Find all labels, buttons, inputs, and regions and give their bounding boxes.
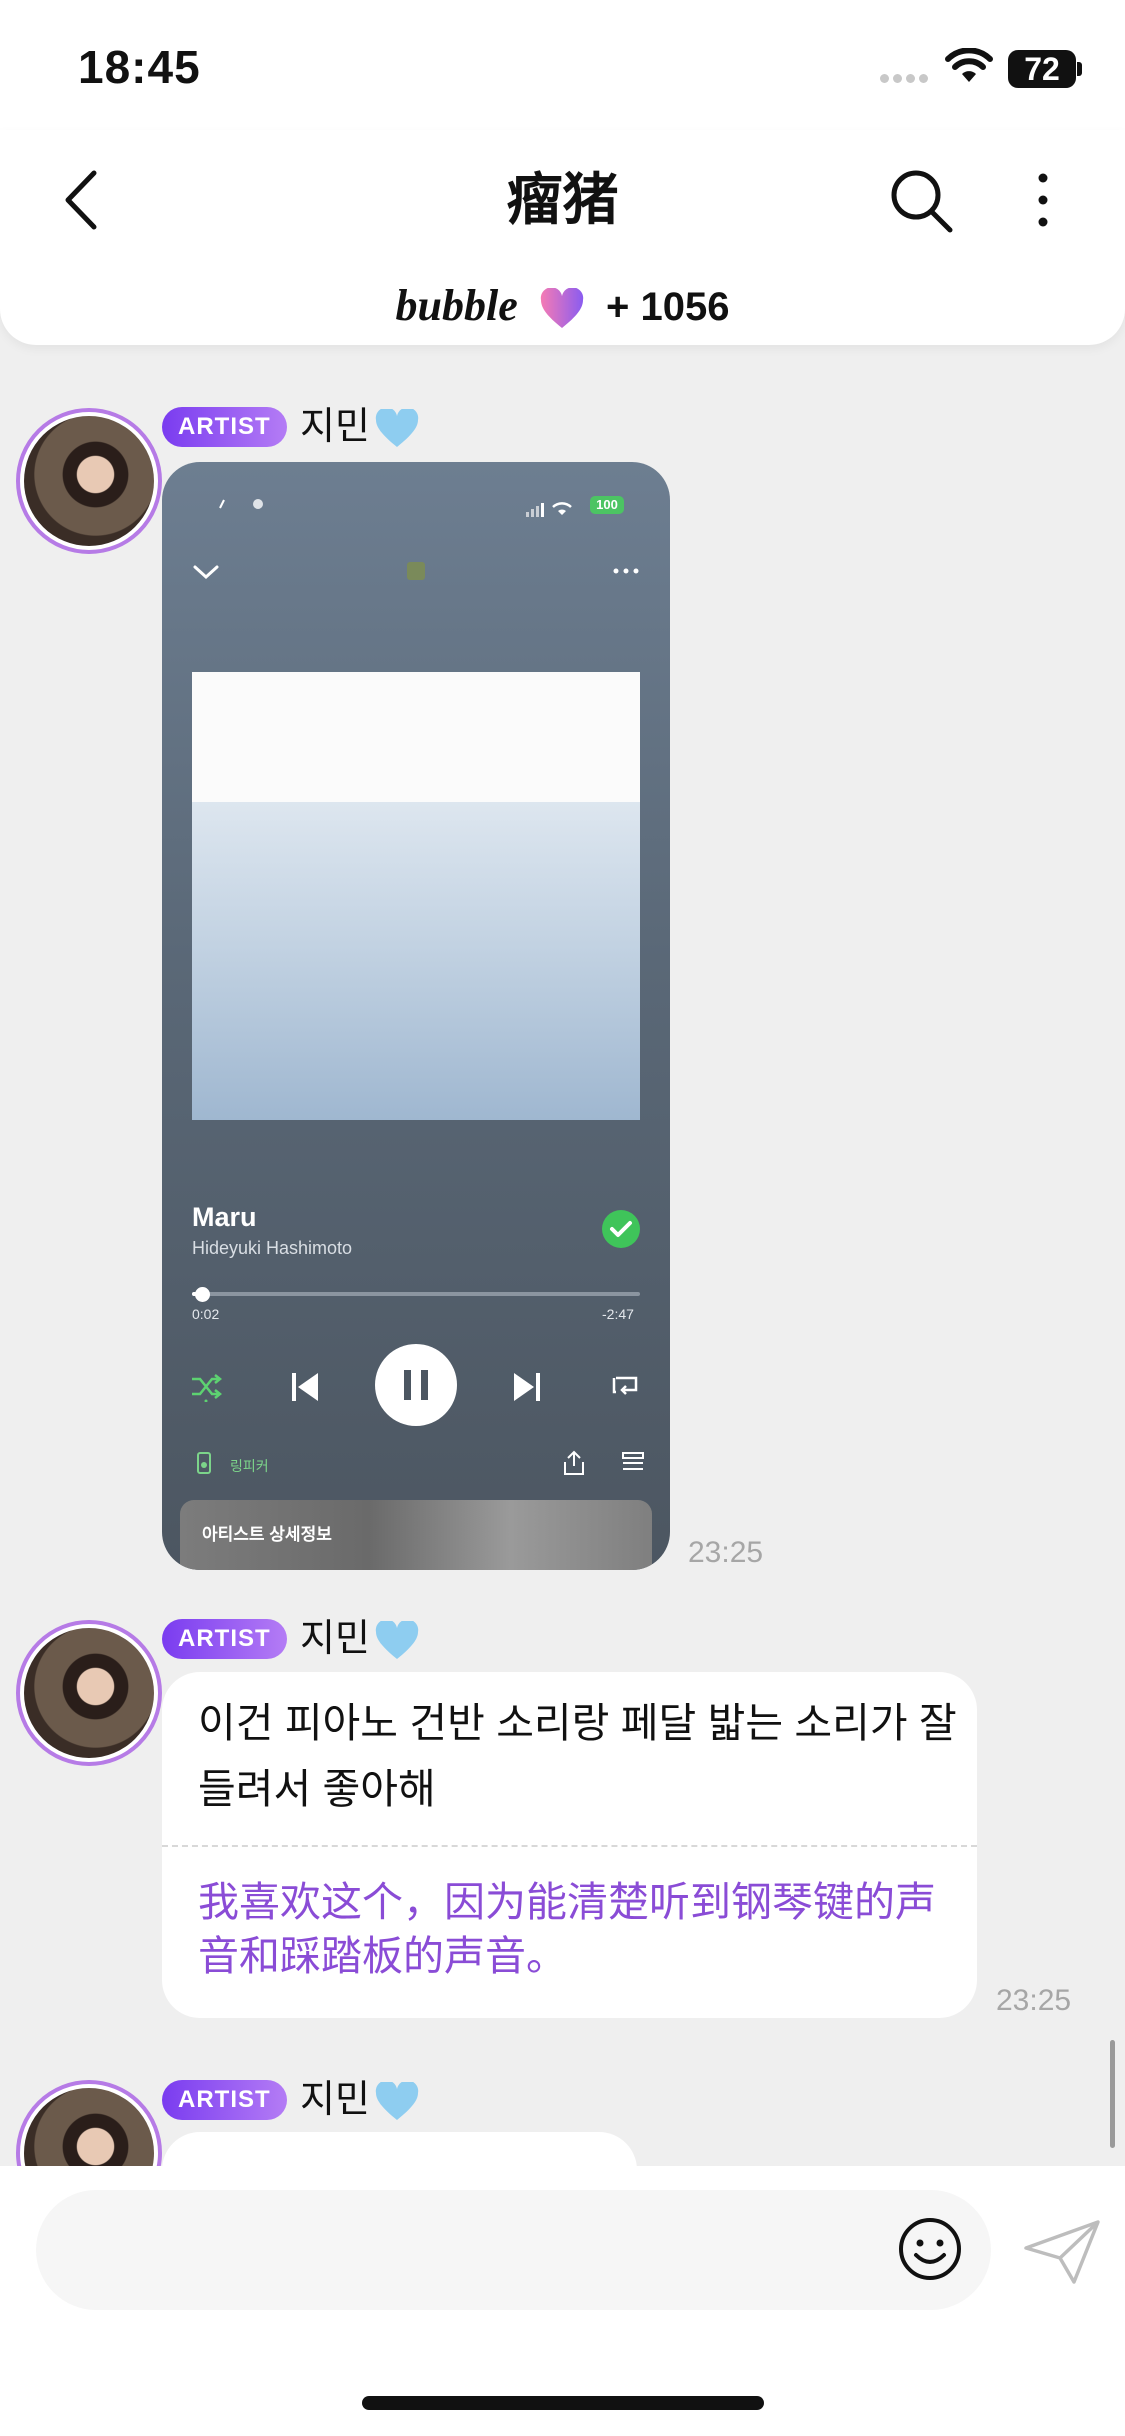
more-vertical-icon[interactable] — [1020, 168, 1066, 232]
artist-info-label: 아티스트 상세정보 — [202, 1525, 332, 1544]
sender-name-text: 지민 — [300, 406, 370, 448]
blue-heart-icon — [375, 1620, 419, 1659]
repeat-icon — [612, 1376, 638, 1395]
chevron-down-icon — [193, 565, 219, 580]
message-input[interactable] — [36, 2190, 991, 2310]
progress-knob — [195, 1287, 210, 1302]
avatar[interactable] — [16, 408, 162, 554]
queue-icon — [622, 1452, 644, 1470]
check-icon — [602, 1210, 640, 1248]
send-icon[interactable] — [1022, 2218, 1102, 2286]
mini-battery: 100 — [590, 496, 624, 514]
message-translation: 我喜欢这个，因为能清楚听到钢琴键的声音和踩踏板的声音。 — [198, 1879, 936, 1979]
sender-name: 지민 — [300, 405, 420, 449]
battery-tip — [1077, 62, 1082, 76]
signal-dots-icon — [880, 70, 932, 88]
translation-divider — [162, 1845, 977, 1847]
emoji-icon[interactable] — [896, 2215, 964, 2283]
pause-icon — [404, 1370, 428, 1400]
cast-thumbnail — [407, 562, 425, 580]
more-horizontal-icon — [613, 568, 639, 574]
artist-badge: ARTIST — [162, 407, 287, 447]
status-time: 18:45 — [78, 41, 201, 93]
music-screenshot-image[interactable]: 100 Maru Hideyuki Hashimoto 0:02 -2:47 링… — [162, 462, 670, 1570]
wifi-icon — [945, 48, 993, 82]
bubble-subscription[interactable]: bubble + 1056 — [0, 278, 1125, 335]
blue-heart-icon — [375, 2081, 419, 2120]
battery-icon: 72 — [1008, 50, 1076, 88]
bubble-count: + 1056 — [606, 285, 730, 329]
pause-button — [375, 1344, 457, 1426]
previous-icon — [292, 1373, 318, 1401]
share-icon — [564, 1450, 584, 1475]
elapsed-time: 0:02 — [192, 1306, 220, 1322]
status-glyph-icon — [219, 499, 263, 509]
speaker-icon — [197, 1452, 211, 1474]
next-icon — [514, 1373, 540, 1401]
heart-icon — [540, 288, 584, 329]
message-time: 23:25 — [688, 1536, 764, 1569]
sender-name-text: 지민 — [300, 2079, 370, 2121]
progress-bar — [192, 1292, 640, 1296]
scrollbar[interactable] — [1110, 2040, 1115, 2148]
home-indicator — [362, 2396, 764, 2410]
song-artist: Hideyuki Hashimoto — [192, 1238, 353, 1258]
album-art — [192, 672, 640, 1120]
sender-name-text: 지민 — [300, 1618, 370, 1660]
speaker-label: 링피커 — [230, 1458, 269, 1474]
avatar[interactable] — [16, 1620, 162, 1766]
search-icon[interactable] — [888, 165, 954, 235]
blue-heart-icon — [375, 408, 419, 447]
message-text: 이건 피아노 건반 소리랑 페달 밟는 소리가 잘 들려서 좋아해 — [198, 1700, 957, 1812]
bubble-logo: bubble — [395, 281, 518, 330]
sender-name: 지민 — [300, 1617, 420, 1661]
song-title: Maru — [192, 1202, 257, 1232]
mini-signal-icon — [526, 502, 572, 517]
sender-name: 지민 — [300, 2078, 420, 2122]
remaining-time: -2:47 — [602, 1306, 634, 1322]
artist-badge: ARTIST — [162, 2080, 287, 2120]
artist-badge: ARTIST — [162, 1619, 287, 1659]
page-title: 瘤猪 — [506, 168, 619, 231]
message-time: 23:25 — [996, 1984, 1072, 2017]
shuffle-icon — [192, 1374, 222, 1402]
